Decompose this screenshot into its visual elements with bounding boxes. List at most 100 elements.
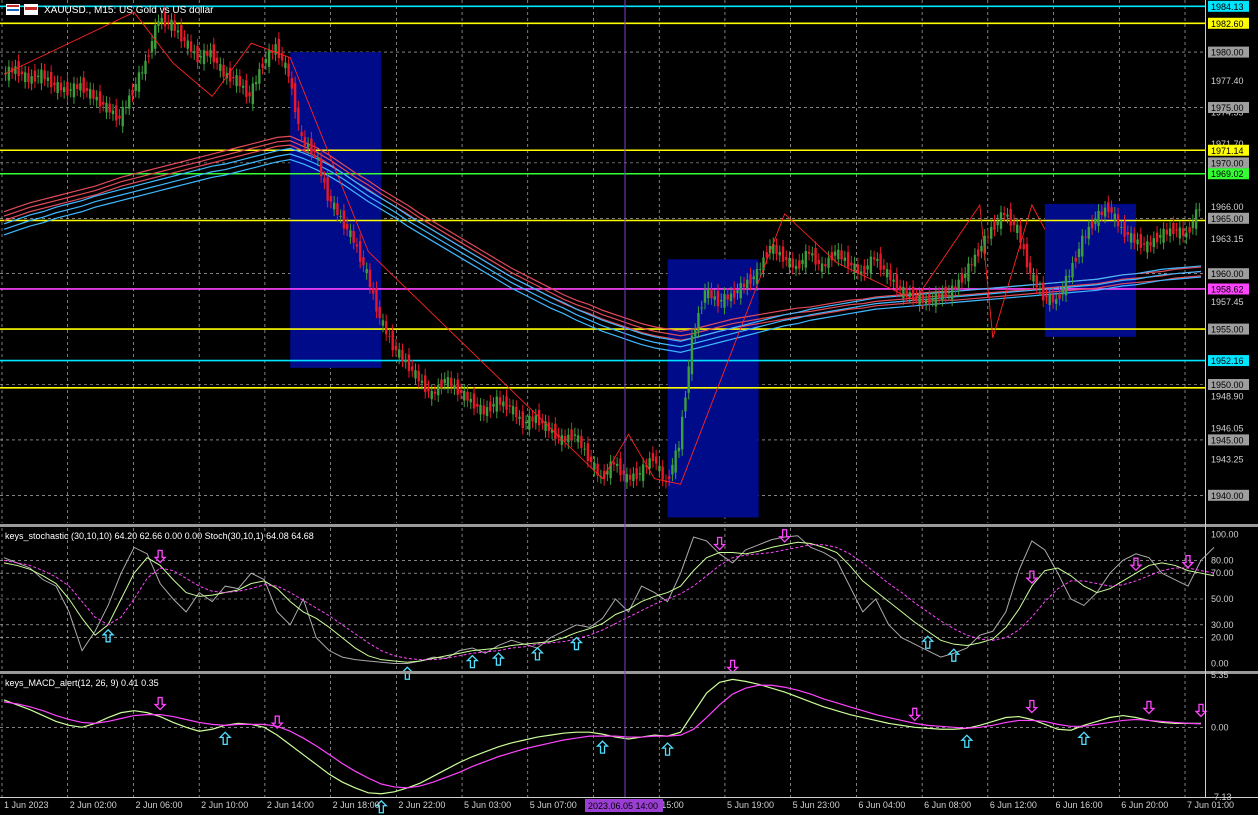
candle-body bbox=[1071, 263, 1074, 278]
candle-body bbox=[622, 470, 625, 475]
candle-body bbox=[108, 103, 111, 113]
candle-body bbox=[1178, 227, 1182, 239]
candle-body bbox=[82, 77, 85, 93]
candle-body bbox=[43, 70, 46, 80]
candle-body bbox=[1100, 211, 1103, 216]
candle-body bbox=[316, 158, 320, 160]
candle-body bbox=[492, 403, 495, 407]
candle-body bbox=[872, 257, 876, 260]
candle-body bbox=[137, 72, 141, 92]
candle-body bbox=[1136, 239, 1139, 245]
candle-body bbox=[684, 397, 687, 412]
candle-body bbox=[863, 265, 866, 275]
candle-body bbox=[232, 77, 235, 79]
stoch-tick-label: 30.00 bbox=[1211, 620, 1234, 630]
candle-body bbox=[1048, 293, 1051, 305]
candle-body bbox=[92, 89, 95, 99]
candle-body bbox=[759, 269, 762, 271]
candle-body bbox=[33, 70, 37, 82]
candle-body bbox=[736, 290, 739, 294]
candle-body bbox=[355, 244, 359, 247]
candle-body bbox=[879, 253, 882, 271]
candle-body bbox=[1064, 275, 1068, 296]
candle-body bbox=[723, 293, 726, 308]
candle-body bbox=[167, 21, 170, 23]
candle-body bbox=[641, 464, 645, 481]
candle-body bbox=[398, 349, 401, 358]
candle-body bbox=[212, 44, 216, 63]
candle-body bbox=[368, 269, 372, 288]
candle-body bbox=[1165, 229, 1169, 235]
candle-body bbox=[261, 63, 264, 68]
candle-body bbox=[459, 390, 463, 393]
time-label: 2 Jun 14:00 bbox=[267, 800, 314, 810]
candle-body bbox=[75, 84, 79, 90]
candle-body bbox=[1110, 207, 1113, 213]
candle-body bbox=[746, 279, 749, 289]
candle-body bbox=[401, 350, 404, 361]
candle-body bbox=[215, 57, 219, 64]
candle-body bbox=[85, 88, 89, 91]
candle-body bbox=[521, 411, 525, 428]
candle-body bbox=[1012, 221, 1016, 226]
candle-body bbox=[778, 251, 781, 256]
candle-body bbox=[593, 462, 596, 470]
candle-body bbox=[332, 202, 336, 210]
candle-body bbox=[586, 443, 590, 462]
candle-body bbox=[794, 265, 798, 270]
candle-body bbox=[414, 370, 417, 379]
candle-body bbox=[898, 286, 902, 291]
candle-body bbox=[196, 45, 199, 63]
candle-body bbox=[245, 80, 248, 97]
price-tick-label: 1977.40 bbox=[1211, 76, 1244, 86]
candle-body bbox=[707, 288, 710, 299]
candle-body bbox=[729, 293, 733, 302]
candle-body bbox=[1061, 287, 1064, 295]
candle-body bbox=[765, 252, 768, 258]
trading-chart[interactable]: 1980.001977.401975.001974.551971.701970.… bbox=[0, 0, 1258, 815]
candle-body bbox=[430, 390, 433, 400]
candle-body bbox=[310, 138, 313, 154]
candle-body bbox=[1003, 213, 1006, 216]
highlight-box bbox=[1044, 203, 1136, 337]
candle-body bbox=[954, 286, 957, 289]
price-level-label: 1940.00 bbox=[1211, 491, 1244, 501]
candle-body bbox=[219, 64, 222, 71]
candle-body bbox=[667, 476, 671, 480]
candle-body bbox=[1055, 299, 1058, 304]
candle-body bbox=[264, 59, 268, 64]
candle-body bbox=[726, 294, 729, 300]
chart-background bbox=[0, 0, 1258, 815]
candle-body bbox=[1129, 233, 1133, 243]
candle-body bbox=[749, 274, 752, 284]
stoch-tick-label: 100.00 bbox=[1211, 529, 1239, 539]
candle-body bbox=[118, 115, 121, 119]
candle-body bbox=[450, 377, 453, 387]
candle-body bbox=[131, 90, 134, 96]
candle-body bbox=[1120, 227, 1123, 229]
time-label: 2 Jun 02:00 bbox=[70, 800, 117, 810]
candle-body bbox=[482, 405, 485, 415]
candle-body bbox=[801, 259, 804, 264]
candle-body bbox=[781, 246, 785, 262]
candle-body bbox=[456, 379, 459, 395]
candle-body bbox=[1103, 207, 1107, 217]
candle-body bbox=[1126, 232, 1130, 235]
price-level-label: 1955.00 bbox=[1211, 325, 1244, 335]
candle-body bbox=[580, 436, 583, 448]
candle-body bbox=[563, 436, 567, 441]
candle-body bbox=[141, 72, 144, 74]
candle-body bbox=[157, 21, 160, 27]
candle-body bbox=[612, 462, 616, 465]
time-label: 6 Jun 08:00 bbox=[924, 800, 971, 810]
candle-body bbox=[293, 83, 297, 113]
candle-body bbox=[658, 465, 661, 472]
candle-body bbox=[1032, 274, 1035, 282]
candle-body bbox=[72, 83, 76, 98]
candle-body bbox=[274, 44, 277, 55]
candle-body bbox=[1038, 287, 1042, 289]
time-label: 15:00 bbox=[661, 800, 684, 810]
stoch-tick-label: 20.00 bbox=[1211, 633, 1234, 643]
candle-body bbox=[183, 36, 186, 41]
candle-body bbox=[619, 458, 622, 476]
